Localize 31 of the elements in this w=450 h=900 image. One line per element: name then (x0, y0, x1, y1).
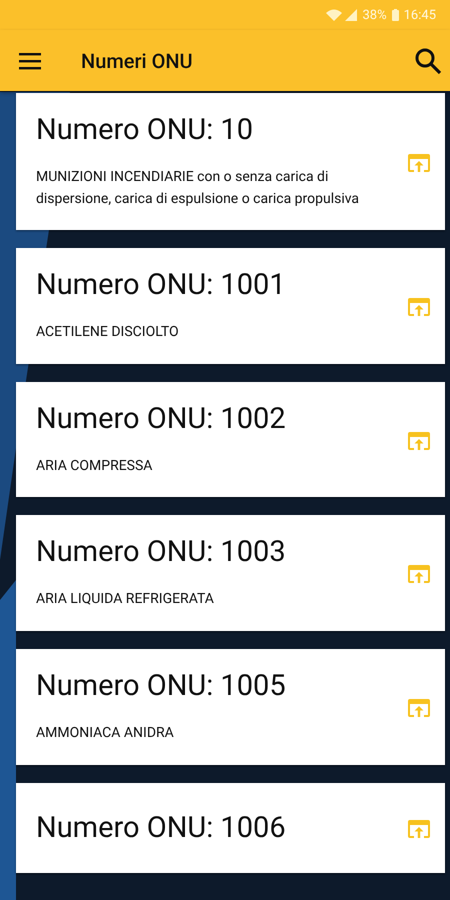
list-card[interactable]: Numero ONU: 1001 ACETILENE DISCIOLTO (16, 248, 445, 364)
search-icon[interactable] (414, 46, 442, 74)
open-icon[interactable] (407, 430, 431, 452)
battery-icon (392, 9, 399, 21)
battery-percent: 38% (362, 8, 387, 22)
signal-icon (345, 9, 358, 21)
open-icon[interactable] (407, 818, 431, 840)
menu-icon[interactable] (19, 52, 41, 70)
list-card[interactable]: Numero ONU: 1006 (16, 782, 445, 873)
card-description: AMMONIACA ANIDRA (36, 724, 175, 743)
list-card[interactable]: Numero ONU: 10 MUNIZIONI INCENDIARIE con o senza carica di dispersione, carica di espulsione o carica propulsiva (16, 93, 445, 230)
open-icon[interactable] (407, 696, 431, 719)
wifi-icon (326, 9, 342, 21)
card-title: Numero ONU: 1001 (36, 270, 287, 302)
card-title: Numero ONU: 10 (36, 115, 254, 147)
card-title: Numero ONU: 1003 (36, 537, 287, 570)
app-title: Numeri ONU (81, 48, 194, 72)
card-description: ACETILENE DISCIOLTO (36, 323, 180, 342)
card-title: Numero ONU: 1005 (36, 671, 287, 703)
card-title: Numero ONU: 1006 (36, 812, 287, 845)
list-card[interactable]: Numero ONU: 1003 ARIA LIQUIDA REFRIGERATA (16, 515, 445, 631)
card-description: MUNIZIONI INCENDIARIE con o senza carica di dispersione, carica di espulsione o carica propulsiva (36, 168, 360, 209)
list-card[interactable]: Numero ONU: 1002 ARIA COMPRESSA (16, 382, 445, 498)
open-icon[interactable] (407, 152, 431, 174)
card-description: ARIA COMPRESSA (36, 456, 154, 476)
card-description: ARIA LIQUIDA REFRIGERATA (36, 590, 215, 610)
list-card[interactable]: Numero ONU: 1005 AMMONIACA ANIDRA (16, 649, 445, 765)
clock: 16:45 (404, 8, 436, 22)
open-icon[interactable] (407, 563, 431, 586)
open-icon[interactable] (407, 296, 431, 318)
card-title: Numero ONU: 1002 (36, 404, 287, 436)
